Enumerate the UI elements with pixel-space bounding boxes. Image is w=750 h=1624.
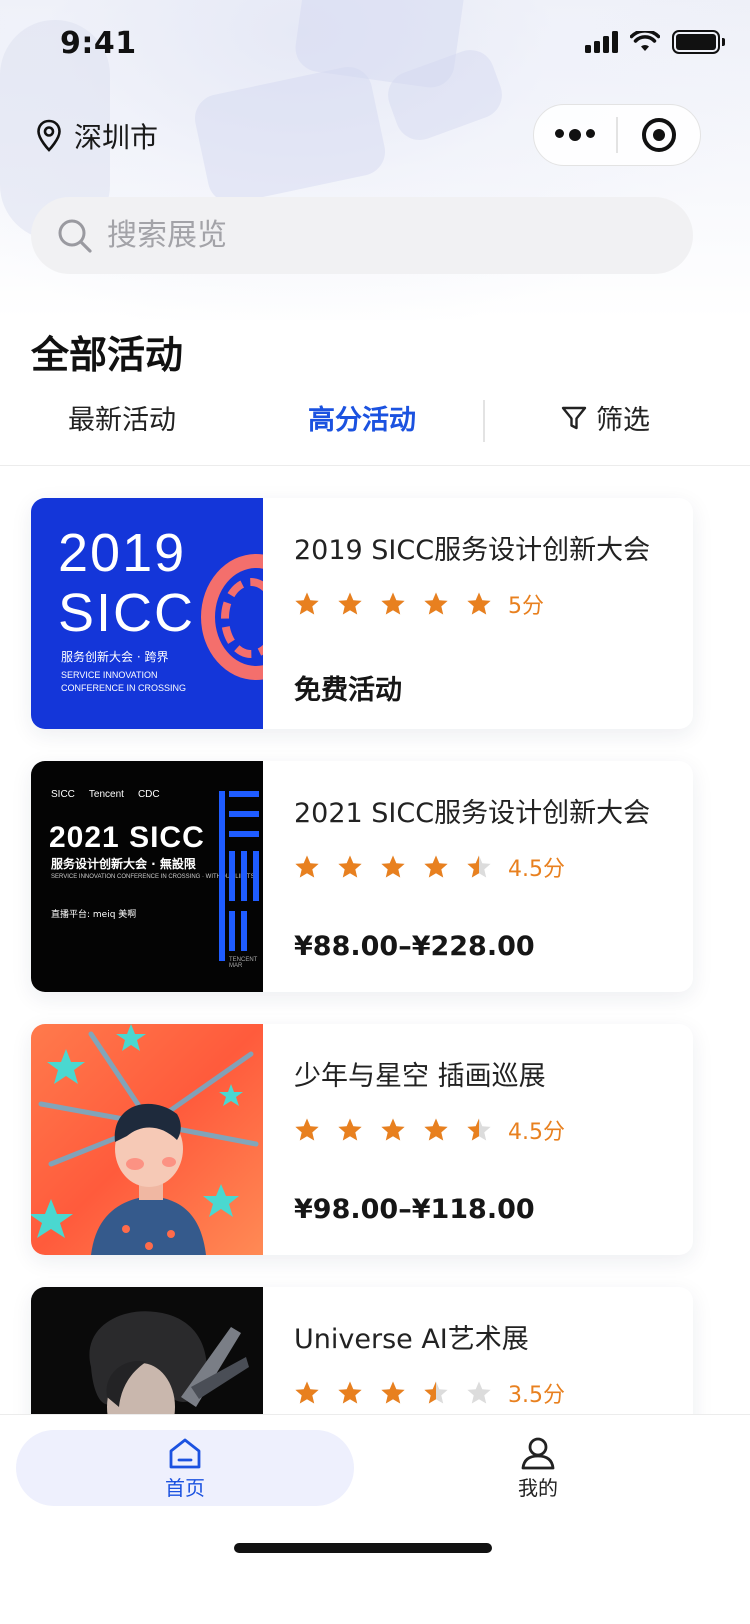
cover-subtitle: 服务创新大会 · 跨界 (61, 650, 169, 664)
battery-icon (672, 30, 725, 54)
star-full-icon (295, 1381, 319, 1404)
activity-cover-image: 2019 SICC 服务创新大会 · 跨界 SERVICE INNOVATION… (31, 498, 263, 729)
star-full-icon (295, 1118, 319, 1141)
search-bar[interactable] (31, 197, 693, 274)
activity-title: Universe AI艺术展 (294, 1324, 529, 1355)
location-selector[interactable]: 深圳市 (36, 116, 158, 156)
status-time: 9:41 (60, 26, 137, 61)
activity-info: 2019 SICC服务设计创新大会 5分 免费活动 (263, 498, 693, 729)
star-half-icon (424, 1381, 448, 1404)
activity-card[interactable]: 2019 SICC 服务创新大会 · 跨界 SERVICE INNOVATION… (31, 498, 693, 729)
more-button[interactable] (534, 105, 616, 165)
tab-latest[interactable]: 最新活动 (68, 398, 176, 437)
activity-title: 2021 SICC服务设计创新大会 (294, 798, 651, 829)
star-full-icon (381, 1118, 405, 1141)
more-dots-icon (555, 129, 596, 141)
status-bar: 9:41 (0, 0, 750, 88)
home-icon (169, 1438, 201, 1468)
rating-stars (294, 854, 492, 880)
cover-tag: TENCENT MAR (229, 957, 258, 969)
cover-title: 2021 SICC (49, 821, 205, 854)
star-full-icon (381, 855, 405, 878)
cover-subtitle: 服务设计创新大会 · 無設限 (51, 857, 196, 871)
user-icon (521, 1437, 555, 1469)
cover-name: SICC (58, 583, 196, 643)
filter-icon (561, 406, 587, 429)
rating-score: 4.5分 (508, 857, 565, 882)
wifi-icon (630, 31, 660, 51)
star-empty-icon (467, 1381, 491, 1404)
search-icon (58, 219, 92, 253)
cover-en-line1: SERVICE INNOVATION (61, 670, 158, 680)
tab-divider (483, 400, 485, 442)
cover-en-line2: CONFERENCE IN CROSSING (61, 683, 187, 693)
activity-info: 2021 SICC服务设计创新大会 4.5分 ¥88.00–¥228.00 (263, 761, 693, 992)
star-half-icon (467, 1118, 491, 1141)
activity-price: ¥88.00–¥228.00 (294, 931, 535, 962)
cover-live-platform: 直播平台: meiq 美啊 (51, 910, 137, 920)
filter-button[interactable]: 筛选 (560, 398, 650, 437)
tab-top-rated[interactable]: 高分活动 (308, 398, 416, 437)
rating-score: 5分 (508, 594, 544, 619)
status-icons (585, 30, 725, 54)
activity-price: ¥98.00–¥118.00 (294, 1194, 535, 1225)
star-full-icon (295, 855, 319, 878)
city-label: 深圳市 (74, 121, 159, 154)
bottom-nav: 首页 我的 (0, 1414, 750, 1624)
rating-stars (294, 591, 492, 617)
miniprogram-capsule (533, 104, 701, 166)
rating-score: 4.5分 (508, 1120, 565, 1145)
cover-year: 2019 (58, 523, 187, 583)
nav-me-label: 我的 (518, 1475, 558, 1500)
activity-cover-image: SICC Tencent CDC 2021 SICC 服务设计创新大会 · 無設… (31, 761, 263, 992)
cover-logos: SICC Tencent CDC (51, 789, 160, 800)
star-full-icon (424, 855, 448, 878)
star-full-icon (381, 592, 405, 615)
activity-price: 免费活动 (294, 675, 402, 706)
rating-stars (294, 1117, 492, 1143)
search-input[interactable] (107, 218, 667, 253)
star-full-icon (295, 592, 319, 615)
rating-row: 4.5分 (294, 852, 693, 882)
rating-row: 4.5分 (294, 1115, 693, 1145)
close-miniprogram-button[interactable] (618, 105, 700, 165)
activity-card[interactable]: 少年与星空 插画巡展 4.5分 ¥98.00–¥118.00 (31, 1024, 693, 1255)
star-full-icon (338, 1381, 362, 1404)
star-full-icon (424, 1118, 448, 1141)
activity-info: 少年与星空 插画巡展 4.5分 ¥98.00–¥118.00 (263, 1024, 693, 1255)
activity-card[interactable]: SICC Tencent CDC 2021 SICC 服务设计创新大会 · 無設… (31, 761, 693, 992)
cover-graphic (219, 791, 263, 963)
star-full-icon (467, 592, 491, 615)
star-half-icon (467, 855, 491, 878)
activity-title: 2019 SICC服务设计创新大会 (294, 535, 651, 566)
nav-home-label: 首页 (165, 1475, 205, 1500)
signal-icon (585, 31, 618, 53)
rating-row: 3.5分 (294, 1378, 693, 1408)
star-full-icon (381, 1381, 405, 1404)
star-full-icon (338, 855, 362, 878)
star-full-icon (424, 592, 448, 615)
tab-bar: 最新活动 高分活动 筛选 (0, 392, 750, 466)
activity-title: 少年与星空 插画巡展 (294, 1061, 546, 1092)
activity-cover-image (31, 1024, 263, 1255)
rating-stars (294, 1380, 492, 1406)
star-full-icon (338, 592, 362, 615)
rating-row: 5分 (294, 589, 693, 619)
rating-score: 3.5分 (508, 1383, 565, 1408)
nav-me[interactable]: 我的 (369, 1430, 707, 1506)
page-title: 全部活动 (31, 333, 184, 377)
star-full-icon (338, 1118, 362, 1141)
target-icon (641, 118, 676, 152)
location-pin-icon (37, 119, 61, 152)
home-indicator (234, 1543, 492, 1553)
nav-home[interactable]: 首页 (16, 1430, 354, 1506)
filter-label: 筛选 (596, 405, 650, 436)
